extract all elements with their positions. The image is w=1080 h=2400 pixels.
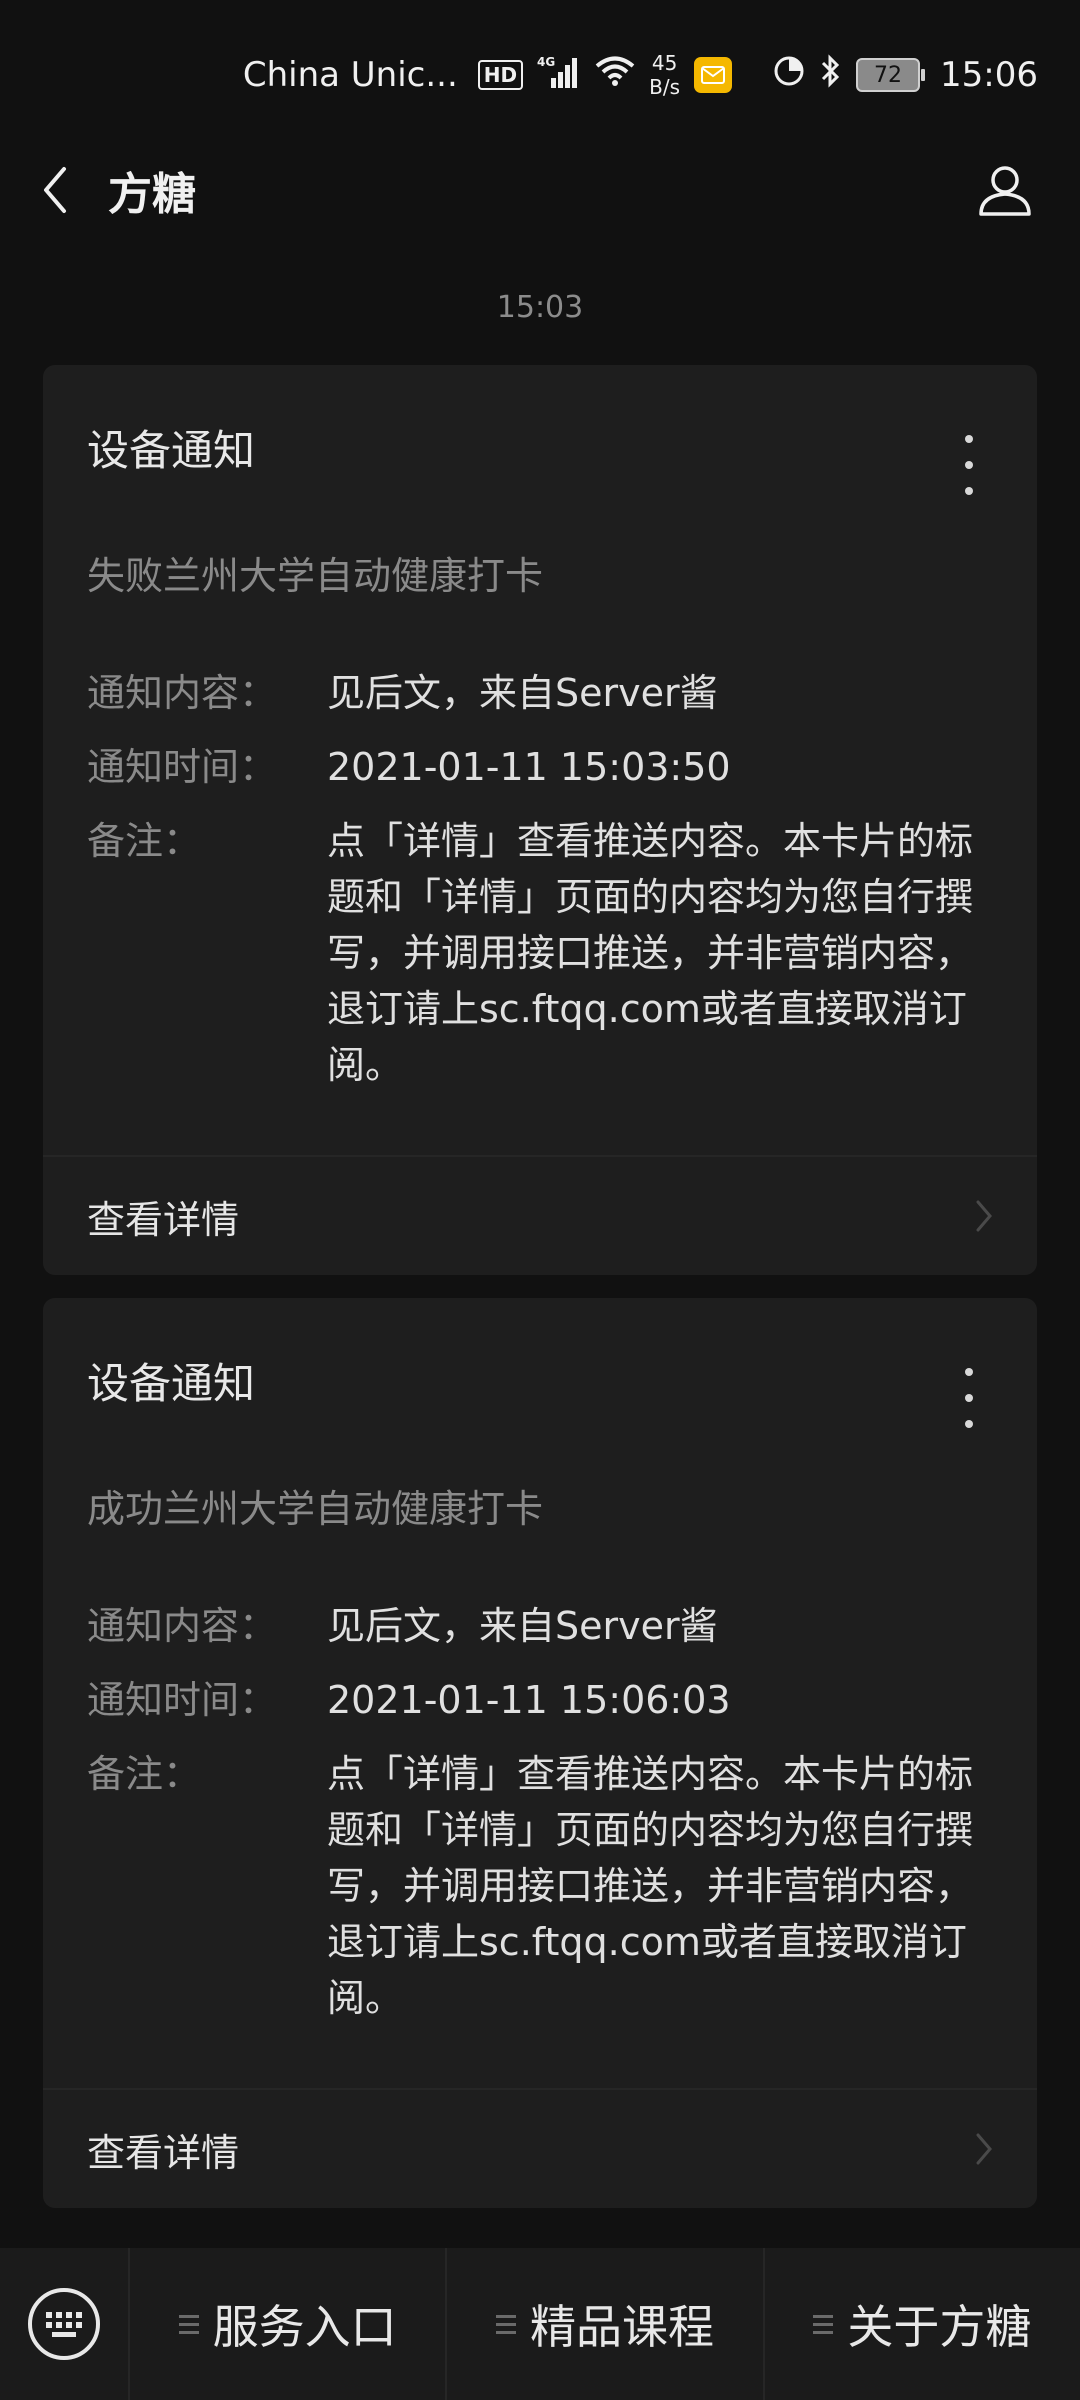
field-value: 2021-01-11 15:03:50	[327, 745, 731, 789]
field-value: 2021-01-11 15:06:03	[327, 1678, 731, 1722]
view-details-label: 查看详情	[87, 1197, 240, 1242]
bottom-menu-bar: 服务入口 精品课程 关于方糖	[0, 2248, 1080, 2400]
view-details-button[interactable]: 查看详情	[43, 1157, 1037, 1275]
more-options-button[interactable]	[961, 435, 977, 495]
user-icon	[979, 166, 1031, 216]
keyboard-toggle-button[interactable]	[0, 2248, 130, 2400]
status-bar: China Unic... HD 4G 45 B/s 72 15:06	[0, 0, 1080, 150]
field-content: 通知内容： 见后文，来自Server酱	[87, 1598, 997, 1654]
network-type: 4G	[537, 55, 555, 69]
mail-notification-icon	[694, 57, 733, 93]
menu-label: 关于方糖	[847, 2300, 1032, 2354]
field-label: 通知时间：	[87, 745, 278, 789]
field-time: 通知时间： 2021-01-11 15:03:50	[87, 739, 997, 795]
field-label: 备注：	[87, 1752, 202, 1796]
menu-about[interactable]: 关于方糖	[765, 2248, 1080, 2400]
notification-card: 设备通知 成功兰州大学自动健康打卡 通知内容： 见后文，来自Server酱 通知…	[43, 1298, 1037, 2208]
carrier-name: China Unic...	[242, 55, 458, 95]
signal-icon: 4G	[537, 54, 581, 97]
field-note: 备注： 点「详情」查看推送内容。本卡片的标题和「详情」页面的内容均为您自行撰写，…	[87, 813, 997, 1093]
field-time: 通知时间： 2021-01-11 15:06:03	[87, 1672, 997, 1728]
card-title: 设备通知	[87, 426, 256, 475]
hd-badge: HD	[477, 60, 524, 90]
more-options-button[interactable]	[961, 1368, 977, 1428]
field-note: 备注： 点「详情」查看推送内容。本卡片的标题和「详情」页面的内容均为您自行撰写，…	[87, 1746, 997, 2026]
card-title: 设备通知	[87, 1359, 256, 1408]
keyboard-icon	[28, 2288, 100, 2360]
app-header: 方糖	[0, 150, 1080, 230]
message-timestamp: 15:03	[496, 290, 584, 325]
data-saver-icon	[772, 54, 806, 97]
more-vertical-icon	[965, 435, 973, 443]
field-value: 点「详情」查看推送内容。本卡片的标题和「详情」页面的内容均为您自行撰写，并调用接…	[327, 1752, 974, 2020]
view-details-button[interactable]: 查看详情	[43, 2090, 1037, 2208]
field-value: 见后文，来自Server酱	[327, 671, 718, 715]
card-subtitle: 成功兰州大学自动健康打卡	[87, 1487, 544, 1531]
field-label: 备注：	[87, 819, 202, 863]
field-label: 通知内容：	[87, 671, 278, 715]
chevron-right-icon	[975, 2132, 993, 2166]
menu-icon	[178, 2314, 199, 2334]
battery-icon: 72	[856, 58, 926, 92]
wifi-icon	[595, 55, 635, 96]
more-vertical-icon	[965, 1368, 973, 1376]
menu-courses[interactable]: 精品课程	[447, 2248, 765, 2400]
menu-icon	[495, 2314, 516, 2334]
field-label: 通知内容：	[87, 1604, 278, 1648]
chevron-left-icon	[44, 167, 66, 213]
menu-icon	[813, 2314, 834, 2334]
field-label: 通知时间：	[87, 1678, 278, 1722]
network-speed: 45 B/s	[649, 51, 681, 99]
bluetooth-icon	[820, 53, 842, 97]
page-title: 方糖	[108, 169, 196, 220]
field-value: 点「详情」查看推送内容。本卡片的标题和「详情」页面的内容均为您自行撰写，并调用接…	[327, 819, 974, 1087]
field-value: 见后文，来自Server酱	[327, 1604, 718, 1648]
menu-label: 精品课程	[529, 2300, 714, 2354]
menu-service-entry[interactable]: 服务入口	[130, 2248, 448, 2400]
clock: 15:06	[940, 55, 1038, 95]
card-subtitle: 失败兰州大学自动健康打卡	[87, 554, 544, 598]
profile-button[interactable]	[970, 150, 1040, 230]
chevron-right-icon	[975, 1199, 993, 1233]
view-details-label: 查看详情	[87, 2130, 240, 2175]
notification-card: 设备通知 失败兰州大学自动健康打卡 通知内容： 见后文，来自Server酱 通知…	[43, 365, 1037, 1275]
back-button[interactable]	[40, 150, 100, 230]
field-content: 通知内容： 见后文，来自Server酱	[87, 665, 997, 721]
menu-label: 服务入口	[212, 2300, 397, 2354]
